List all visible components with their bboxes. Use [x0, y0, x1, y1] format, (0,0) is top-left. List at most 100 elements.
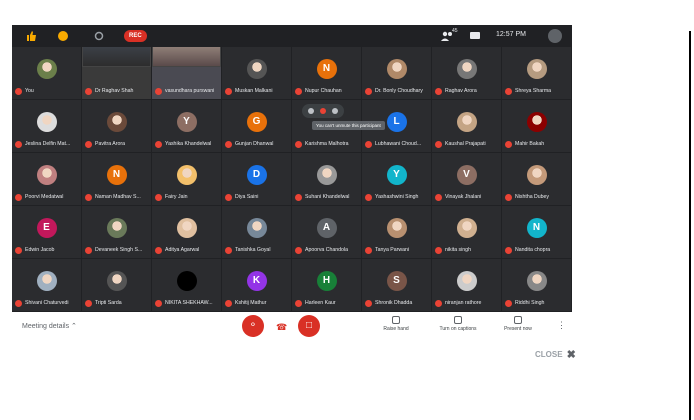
participant-tile[interactable]: E Edwin Jacob [12, 206, 81, 258]
captions-button[interactable]: Turn on captions [434, 316, 482, 332]
participant-name: Tripti Sarda [85, 299, 151, 307]
pin-icon[interactable] [308, 108, 314, 114]
participant-tile[interactable]: Tanya Parwani [362, 206, 431, 258]
avatar [456, 218, 477, 238]
participant-name-label: Naman Madhav S... [95, 194, 141, 200]
mic-off-icon [295, 140, 302, 148]
participant-name: Dr Raghav Shah [85, 87, 151, 95]
participant-name: Shronik Dhadda [365, 299, 431, 307]
participant-tile[interactable]: D Diya Saini [222, 153, 291, 205]
mic-off-icon [435, 193, 442, 201]
mute-icon[interactable] [320, 108, 326, 114]
mic-off-icon [15, 87, 22, 95]
avatar [36, 112, 57, 132]
avatar [456, 59, 477, 79]
mic-off-icon [505, 87, 512, 95]
avatar [176, 218, 197, 238]
present-label: Present now [504, 326, 532, 332]
participant-tile[interactable]: Shreya Sharma [502, 47, 571, 99]
participant-tile[interactable]: NIKITA SHEKHAW... [152, 259, 221, 311]
participant-count: 45 [452, 28, 458, 34]
participant-tile[interactable]: Tanishka Goyal [222, 206, 291, 258]
participant-tile[interactable]: vasundhara purswani [152, 47, 221, 99]
participant-tile[interactable]: Muskan Malkani [222, 47, 291, 99]
participant-tile[interactable]: Fairy Jain [152, 153, 221, 205]
participant-tile[interactable]: N Naman Madhav S... [82, 153, 151, 205]
participant-tile[interactable]: Kaushal Prajapati [432, 100, 501, 152]
participant-tile[interactable]: H Harleen Kaur [292, 259, 361, 311]
participant-name: Yashika Khandelwal [155, 140, 221, 148]
participant-tile[interactable]: Poorvi Medatwal [12, 153, 81, 205]
hang-up-icon[interactable]: ☎ [276, 322, 287, 333]
participant-name-label: Edwin Jacob [25, 247, 55, 253]
participant-name: Naman Madhav S... [85, 193, 151, 201]
mic-off-icon [155, 140, 162, 148]
mic-off-icon [155, 299, 162, 307]
participant-tile[interactable]: G Gunjan Dhanwal [222, 100, 291, 152]
meeting-details-button[interactable]: Meeting details ⌃ [22, 322, 77, 330]
participant-tile[interactable]: Dr Raghav Shah [82, 47, 151, 99]
avatar [526, 112, 547, 132]
participant-name-label: Apoorva Chandola [305, 247, 348, 253]
participant-name-label: Karishma Malhotra [305, 141, 349, 147]
close-button[interactable]: CLOSE ✖ [535, 348, 576, 361]
mic-toggle-button[interactable]: ⚬ [242, 315, 264, 337]
participant-tile[interactable]: Mahir Bakah [502, 100, 571, 152]
participant-tile[interactable]: Y Yashashwini Singh [362, 153, 431, 205]
avatar: N [526, 218, 547, 238]
thumbs-up-icon[interactable] [24, 29, 38, 43]
participant-name: Riddhi Singh [505, 299, 571, 307]
participant-tile[interactable]: nikita singh [432, 206, 501, 258]
avatar [36, 59, 57, 79]
participant-grid: You Dr Raghav Shah vasundhara purswani Musk… [12, 47, 572, 312]
avatar: Y [386, 165, 407, 185]
participant-tile[interactable]: Pavitra Arora [82, 100, 151, 152]
participant-name-label: Shronik Dhadda [375, 300, 413, 306]
participant-name-label: Poorvi Medatwal [25, 194, 64, 200]
participant-tile[interactable]: Dr. Bonly Choudhary [362, 47, 431, 99]
chat-icon[interactable] [468, 29, 482, 43]
participant-tile[interactable]: N Nupur Chauhan [292, 47, 361, 99]
raise-hand-button[interactable]: Raise hand [376, 316, 416, 332]
participant-tile[interactable]: Y Yashika Khandelwal [152, 100, 221, 152]
extension-icon[interactable] [56, 29, 70, 43]
mic-off-icon [365, 299, 372, 307]
mic-off-icon [505, 140, 512, 148]
participant-name-label: Pavitra Arora [95, 141, 125, 147]
mic-off-icon [435, 140, 442, 148]
participant-tile[interactable]: V Vinayak Jhalani [432, 153, 501, 205]
participant-tile[interactable]: Suhani Khandelwal [292, 153, 361, 205]
participant-tile[interactable]: K Kshitij Mathur [222, 259, 291, 311]
participant-tile[interactable]: Aditya Agarwal [152, 206, 221, 258]
participant-name-label: Shivani Chaturvedi [25, 300, 69, 306]
video-feed [82, 47, 151, 67]
participant-tile[interactable]: Raghav Arora [432, 47, 501, 99]
more-options-icon[interactable]: ⋮ [557, 320, 566, 331]
mic-off-icon [295, 246, 302, 254]
remove-icon[interactable] [332, 108, 338, 114]
captions-icon [454, 316, 462, 324]
participant-tile[interactable]: S Shronik Dhadda [362, 259, 431, 311]
participant-tile[interactable]: Tripti Sarda [82, 259, 151, 311]
participant-name-label: Gunjan Dhanwal [235, 141, 274, 147]
participant-tile[interactable]: niranjan rathore [432, 259, 501, 311]
participant-tile[interactable]: Devaneek Singh S... [82, 206, 151, 258]
user-avatar-icon[interactable] [548, 29, 562, 43]
participant-tile[interactable]: N Nandita chopra [502, 206, 571, 258]
participant-tile[interactable]: You [12, 47, 81, 99]
participant-tile[interactable]: Jeslina Delfin Mat... [12, 100, 81, 152]
camera-toggle-button[interactable]: □ [298, 315, 320, 337]
participant-tile[interactable]: Shivani Chaturvedi [12, 259, 81, 311]
avatar [456, 271, 477, 291]
mic-off-icon [505, 246, 512, 254]
participant-tile[interactable]: Riddhi Singh [502, 259, 571, 311]
avatar [36, 165, 57, 185]
mic-off-icon [365, 87, 372, 95]
participant-tile[interactable]: Nishtha Dubey [502, 153, 571, 205]
avatar [176, 165, 197, 185]
participant-tile[interactable]: A Apoorva Chandola [292, 206, 361, 258]
present-button[interactable]: Present now [498, 316, 538, 332]
settings-icon[interactable] [92, 29, 106, 43]
mic-off-icon [85, 246, 92, 254]
bottom-bar: Meeting details ⌃ ⚬ ☎ □ Raise hand Turn … [12, 312, 572, 340]
